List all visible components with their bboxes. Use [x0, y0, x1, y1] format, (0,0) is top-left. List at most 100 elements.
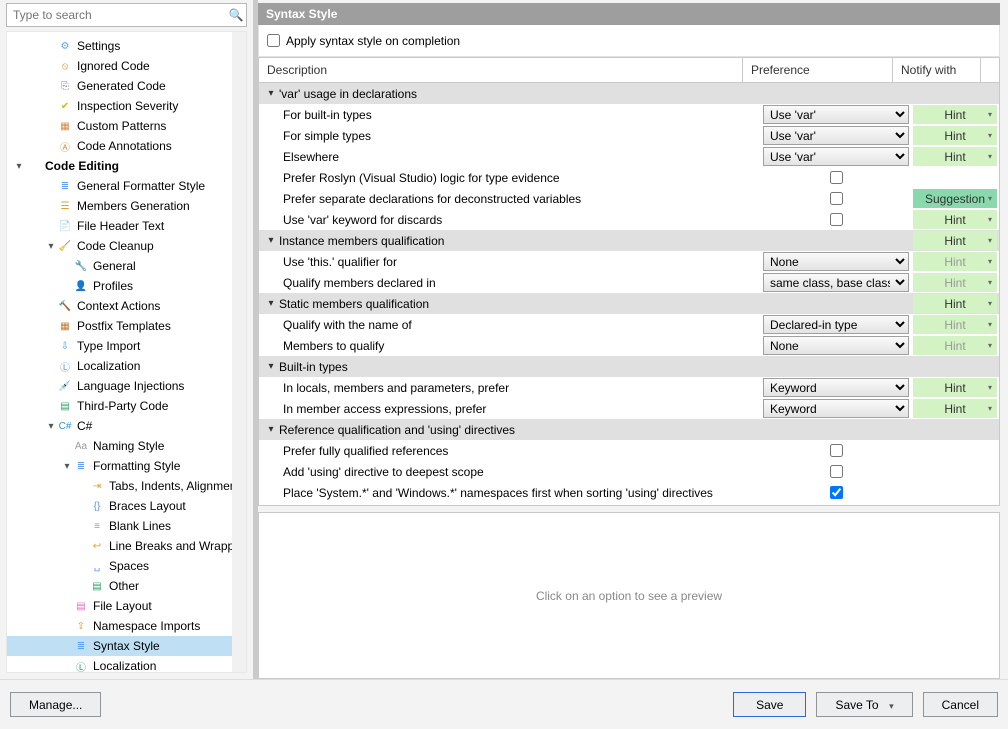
notify-dropdown[interactable]: Hint: [913, 252, 997, 271]
expand-icon[interactable]: ▾: [45, 421, 57, 432]
collapse-icon[interactable]: ▾: [265, 298, 277, 309]
option-row[interactable]: Place 'System.*' and 'Windows.*' namespa…: [259, 482, 999, 503]
tree-item[interactable]: 🔨Context Actions: [7, 296, 246, 316]
save-button[interactable]: Save: [733, 692, 806, 717]
option-row[interactable]: For built-in typesUse 'var'Hint: [259, 104, 999, 125]
tree-item[interactable]: ▦Custom Patterns: [7, 116, 246, 136]
search-input[interactable]: [7, 8, 226, 22]
notify-dropdown[interactable]: Suggestion: [913, 189, 997, 208]
tree-item[interactable]: ▾C#C#: [7, 416, 246, 436]
option-row[interactable]: Prefer fully qualified using name at nes…: [259, 503, 999, 506]
tree-item[interactable]: ⇩Type Import: [7, 336, 246, 356]
tree-item[interactable]: ▾≣Formatting Style: [7, 456, 246, 476]
option-row[interactable]: Prefer fully qualified references: [259, 440, 999, 461]
scrollbar[interactable]: [232, 32, 246, 672]
option-row[interactable]: Prefer separate declarations for deconst…: [259, 188, 999, 209]
tree-item[interactable]: ⒶCode Annotations: [7, 136, 246, 156]
options-table[interactable]: ▾'var' usage in declarationsFor built-in…: [258, 83, 1000, 506]
tree-item[interactable]: ⦸Ignored Code: [7, 56, 246, 76]
tree-item[interactable]: ⓁLocalization: [7, 356, 246, 376]
manage-button[interactable]: Manage...: [10, 692, 101, 717]
option-row[interactable]: ElsewhereUse 'var'Hint: [259, 146, 999, 167]
save-to-button[interactable]: Save To: [816, 692, 912, 717]
preference-dropdown[interactable]: same class, base class: [763, 273, 909, 292]
preference-checkbox[interactable]: [830, 171, 843, 184]
notify-dropdown[interactable]: Hint: [913, 147, 997, 166]
cancel-button[interactable]: Cancel: [923, 692, 998, 717]
tree-item[interactable]: ≡Blank Lines: [7, 516, 246, 536]
apply-on-completion-checkbox[interactable]: [267, 34, 280, 47]
settings-tree[interactable]: ⚙Settings⦸Ignored Code⎘Generated Code✔In…: [7, 32, 246, 673]
tree-item[interactable]: ≣Syntax Style: [7, 636, 246, 656]
option-row[interactable]: Use 'var' keyword for discardsHint: [259, 209, 999, 230]
preference-checkbox[interactable]: [830, 213, 843, 226]
section-row[interactable]: ▾Instance members qualificationHint: [259, 230, 999, 251]
tree-item[interactable]: ▤Third-Party Code: [7, 396, 246, 416]
tree-item[interactable]: ☰Members Generation: [7, 196, 246, 216]
preference-dropdown[interactable]: Use 'var': [763, 105, 909, 124]
tree-item[interactable]: ⇪Namespace Imports: [7, 616, 246, 636]
option-row[interactable]: Prefer Roslyn (Visual Studio) logic for …: [259, 167, 999, 188]
collapse-icon[interactable]: ▾: [265, 361, 277, 372]
tree-item[interactable]: ▤File Layout: [7, 596, 246, 616]
tree-item[interactable]: ≣General Formatter Style: [7, 176, 246, 196]
option-row[interactable]: In member access expressions, preferKeyw…: [259, 398, 999, 419]
notify-dropdown[interactable]: Hint: [913, 378, 997, 397]
tree-item[interactable]: ↩Line Breaks and Wrapping: [7, 536, 246, 556]
expand-icon[interactable]: ▾: [13, 161, 25, 172]
collapse-icon[interactable]: ▾: [265, 88, 277, 99]
tree-item[interactable]: ✔Inspection Severity: [7, 96, 246, 116]
preference-dropdown[interactable]: None: [763, 336, 909, 355]
tree-item[interactable]: ⓁLocalization: [7, 656, 246, 673]
preference-dropdown[interactable]: Use 'var': [763, 147, 909, 166]
preference-checkbox[interactable]: [830, 444, 843, 457]
preference-dropdown[interactable]: None: [763, 252, 909, 271]
option-row[interactable]: For simple typesUse 'var'Hint: [259, 125, 999, 146]
section-row[interactable]: ▾Built-in types: [259, 356, 999, 377]
notify-dropdown[interactable]: Hint: [913, 273, 997, 292]
expand-icon[interactable]: ▾: [61, 461, 73, 472]
search-icon[interactable]: 🔍: [226, 8, 246, 22]
section-row[interactable]: ▾Reference qualification and 'using' dir…: [259, 419, 999, 440]
notify-dropdown[interactable]: Hint: [913, 336, 997, 355]
preference-dropdown[interactable]: Keyword: [763, 378, 909, 397]
preference-checkbox[interactable]: [830, 192, 843, 205]
section-row[interactable]: ▾'var' usage in declarations: [259, 83, 999, 104]
preference-dropdown[interactable]: Use 'var': [763, 126, 909, 145]
option-row[interactable]: Add 'using' directive to deepest scope: [259, 461, 999, 482]
notify-dropdown[interactable]: Hint: [913, 315, 997, 334]
option-row[interactable]: Use 'this.' qualifier forNoneHint: [259, 251, 999, 272]
preference-checkbox[interactable]: [830, 486, 843, 499]
notify-dropdown[interactable]: Hint: [913, 294, 997, 313]
option-row[interactable]: Qualify with the name ofDeclared-in type…: [259, 314, 999, 335]
option-row[interactable]: Members to qualifyNoneHint: [259, 335, 999, 356]
tree-item[interactable]: 🔧General: [7, 256, 246, 276]
preference-checkbox[interactable]: [830, 465, 843, 478]
tree-item[interactable]: {}Braces Layout: [7, 496, 246, 516]
sidebar-search[interactable]: 🔍: [6, 3, 247, 27]
tree-item[interactable]: ␣Spaces: [7, 556, 246, 576]
tree-item[interactable]: ▾Code Editing: [7, 156, 246, 176]
tree-item[interactable]: ⎘Generated Code: [7, 76, 246, 96]
option-row[interactable]: Qualify members declared insame class, b…: [259, 272, 999, 293]
notify-dropdown[interactable]: Hint: [913, 231, 997, 250]
notify-dropdown[interactable]: Hint: [913, 126, 997, 145]
section-row[interactable]: ▾Static members qualificationHint: [259, 293, 999, 314]
collapse-icon[interactable]: ▾: [265, 424, 277, 435]
tree-item[interactable]: ⇥Tabs, Indents, Alignment: [7, 476, 246, 496]
tree-item[interactable]: ⚙Settings: [7, 36, 246, 56]
expand-icon[interactable]: ▾: [45, 241, 57, 252]
preference-dropdown[interactable]: Declared-in type: [763, 315, 909, 334]
option-row[interactable]: In locals, members and parameters, prefe…: [259, 377, 999, 398]
tree-item[interactable]: 📄File Header Text: [7, 216, 246, 236]
notify-dropdown[interactable]: Hint: [913, 210, 997, 229]
tree-item[interactable]: ▤Other: [7, 576, 246, 596]
tree-item[interactable]: 👤Profiles: [7, 276, 246, 296]
notify-dropdown[interactable]: Hint: [913, 105, 997, 124]
tree-item[interactable]: AaNaming Style: [7, 436, 246, 456]
notify-dropdown[interactable]: Hint: [913, 399, 997, 418]
tree-item[interactable]: 💉Language Injections: [7, 376, 246, 396]
preference-dropdown[interactable]: Keyword: [763, 399, 909, 418]
collapse-icon[interactable]: ▾: [265, 235, 277, 246]
tree-item[interactable]: ▾🧹Code Cleanup: [7, 236, 246, 256]
